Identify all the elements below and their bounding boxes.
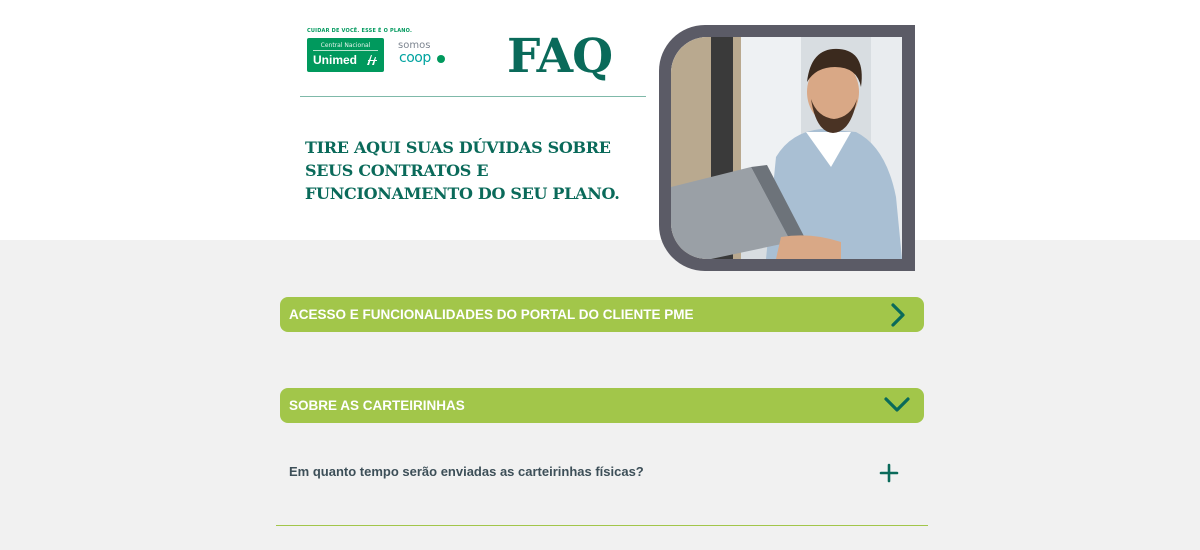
chevron-right-icon[interactable]: [884, 302, 910, 328]
unimed-logo-subtitle: Central Nacional: [313, 42, 378, 51]
accordion-carteirinhas[interactable]: SOBRE AS CARTEIRINHAS: [280, 388, 924, 423]
brand-tagline: CUIDAR DE VOCÊ. ESSE É O PLANO.: [307, 28, 413, 34]
accordion-portal-pme-label: ACESSO E FUNCIONALIDADES DO PORTAL DO CL…: [289, 307, 694, 322]
coop-arrow-icon: [437, 55, 445, 63]
man-with-laptop-illustration: [671, 37, 902, 259]
page-subtitle: TIRE AQUI SUAS DÚVIDAS SOBRE SEUS CONTRA…: [305, 138, 620, 203]
plus-icon[interactable]: [879, 463, 899, 483]
accordion-carteirinhas-label: SOBRE AS CARTEIRINHAS: [289, 398, 465, 413]
somos-coop-logo-bottom: coop: [399, 50, 431, 66]
header-divider: [300, 96, 646, 97]
chevron-down-icon[interactable]: [884, 392, 910, 418]
unimed-tree-icon: [367, 55, 377, 65]
accordion-portal-pme[interactable]: ACESSO E FUNCIONALIDADES DO PORTAL DO CL…: [280, 297, 924, 332]
faq-question-carteirinhas-fisicas[interactable]: Em quanto tempo serão enviadas as cartei…: [289, 464, 644, 479]
page-title: FAQ: [507, 29, 613, 84]
faq-item-divider: [276, 525, 928, 526]
hero-photo: [671, 37, 902, 259]
hero-section: CUIDAR DE VOCÊ. ESSE É O PLANO. Central …: [0, 0, 1200, 240]
unimed-logo[interactable]: Central Nacional Unimed: [307, 38, 384, 72]
